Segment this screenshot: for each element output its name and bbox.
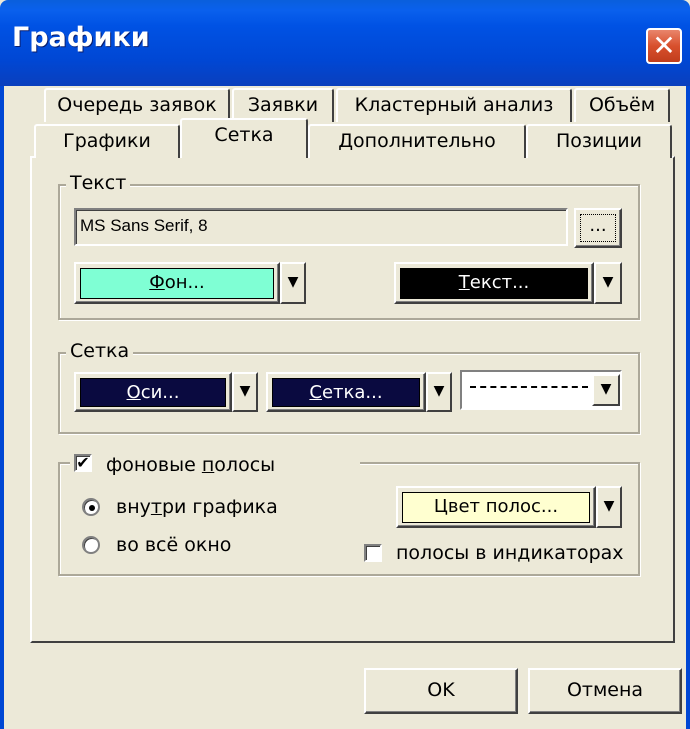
font-field: MS Sans Serif, 8 <box>74 208 568 246</box>
axes-color-button[interactable]: Оси... <box>74 372 232 412</box>
stripe-color-button[interactable]: Цвет полос... <box>396 486 596 528</box>
text-color-swatch: Текст... <box>400 268 588 299</box>
stripe-color-swatch: Цвет полос... <box>402 492 590 523</box>
stripe-color-dropdown[interactable]: ▼ <box>596 486 622 528</box>
text-color-dropdown[interactable]: ▼ <box>594 262 622 304</box>
window-border-left <box>0 86 4 729</box>
background-color-swatch: Фон... <box>80 268 274 299</box>
radio-whole-window-label: во всё окно <box>116 534 232 556</box>
radio-selected-dot <box>89 505 95 511</box>
tab-additional[interactable]: Дополнительно <box>308 124 526 158</box>
axes-color-dropdown[interactable]: ▼ <box>232 372 258 412</box>
close-button[interactable]: ✕ <box>646 28 682 64</box>
background-stripes-checkbox[interactable]: ✔ <box>74 454 92 472</box>
text-group-legend: Текст <box>66 172 131 194</box>
radio-whole-window[interactable] <box>82 536 100 554</box>
tab-order-queue[interactable]: Очередь заявок <box>44 88 230 122</box>
cancel-button[interactable]: Отмена <box>528 668 682 714</box>
background-color-dropdown[interactable]: ▼ <box>280 262 306 304</box>
tab-positions[interactable]: Позиции <box>526 124 672 158</box>
tab-grid[interactable]: Сетка <box>180 118 308 158</box>
window-border-right <box>686 86 690 729</box>
grid-color-dropdown[interactable]: ▼ <box>426 372 452 412</box>
background-stripes-label: фоновые полосы <box>106 454 276 476</box>
indicator-stripes-label: полосы в индикаторах <box>396 542 624 564</box>
text-color-button[interactable]: Текст... <box>394 262 594 304</box>
tab-volume[interactable]: Объём <box>574 88 670 122</box>
tab-charts[interactable]: Графики <box>34 124 180 158</box>
axes-color-swatch: Оси... <box>80 378 226 407</box>
radio-inside-chart[interactable] <box>82 498 100 516</box>
grid-group-legend: Сетка <box>66 340 134 362</box>
grid-color-button[interactable]: Сетка... <box>266 372 426 412</box>
line-style-preview <box>470 386 588 388</box>
ok-button[interactable]: OK <box>364 668 518 714</box>
indicator-stripes-checkbox[interactable] <box>364 544 382 562</box>
grid-color-swatch: Сетка... <box>272 378 420 407</box>
window-title: Графики <box>12 22 150 53</box>
font-picker-label: ... <box>580 214 616 242</box>
radio-inside-chart-label: внутри графика <box>116 496 278 518</box>
tab-cluster-analysis[interactable]: Кластерный анализ <box>336 88 572 122</box>
line-style-select[interactable]: ▼ <box>460 370 622 410</box>
tab-orders[interactable]: Заявки <box>232 88 334 122</box>
line-style-dropdown[interactable]: ▼ <box>592 374 620 406</box>
font-picker-button[interactable]: ... <box>574 208 622 248</box>
background-color-button[interactable]: Фон... <box>74 262 280 304</box>
